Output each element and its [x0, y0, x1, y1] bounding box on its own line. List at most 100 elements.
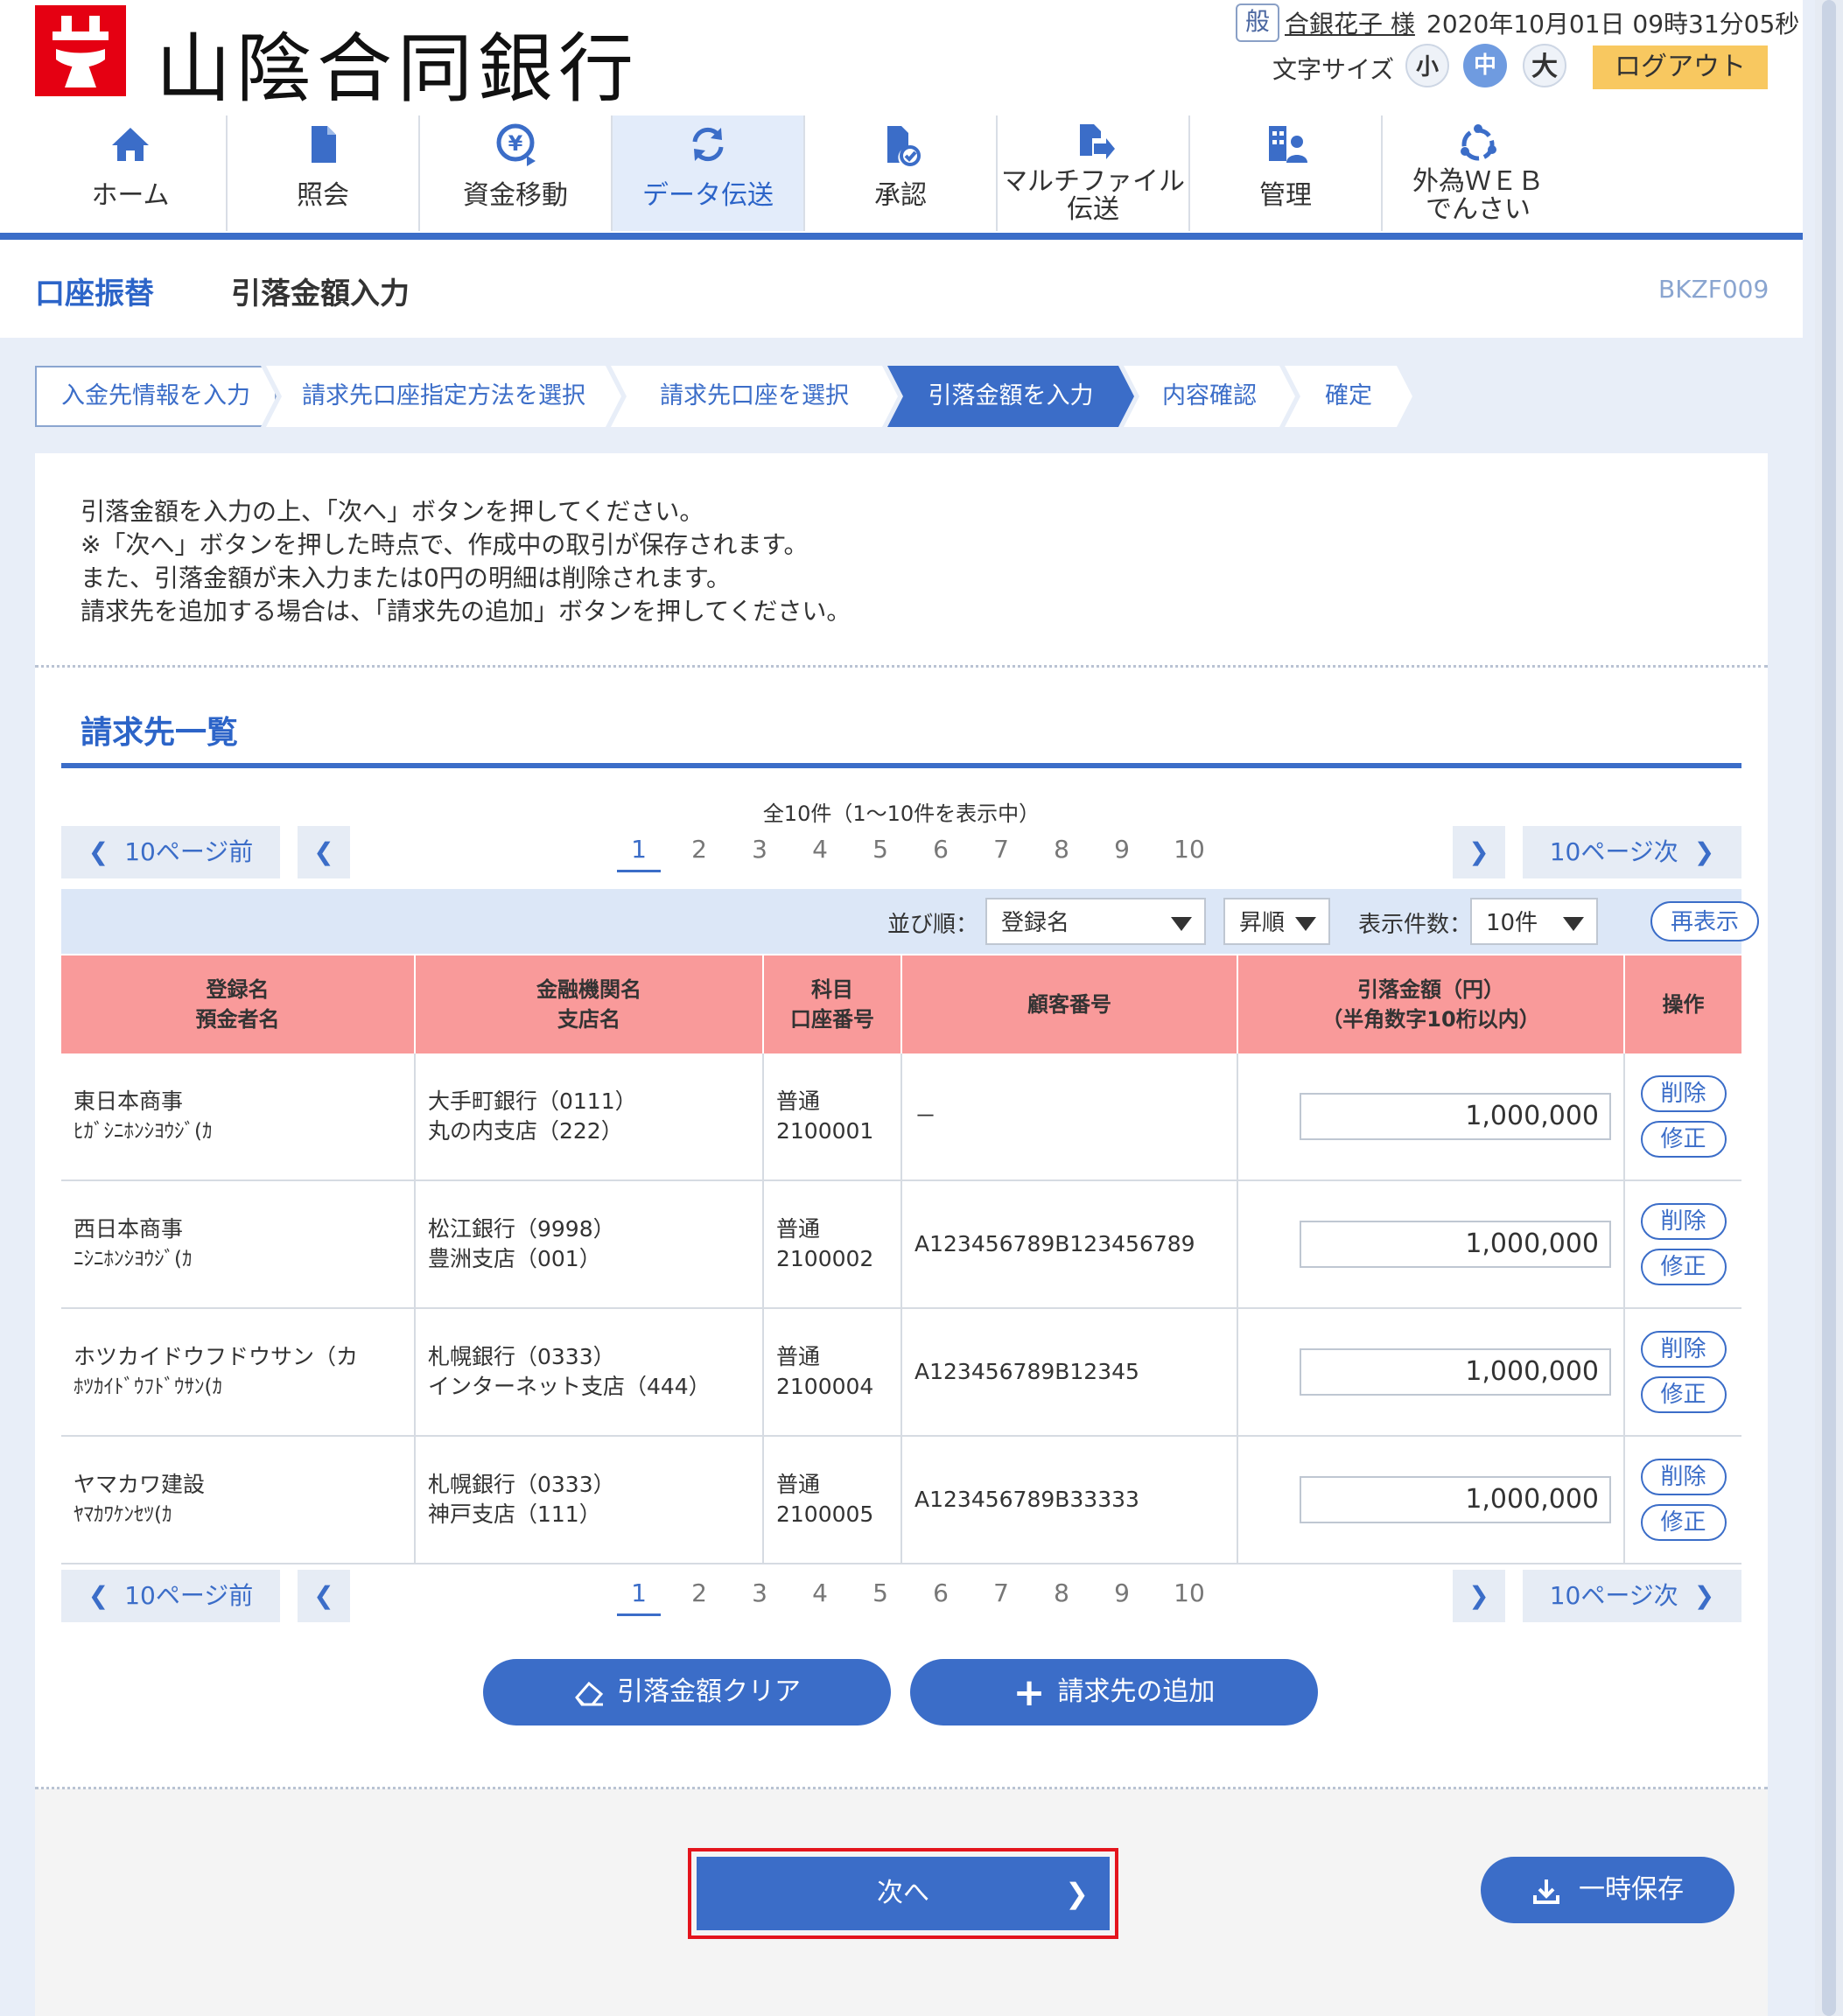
admin-building-icon — [1269, 126, 1307, 163]
nav-management[interactable]: 管理 — [1190, 116, 1383, 231]
refresh-button[interactable]: 再表示 — [1650, 901, 1759, 942]
font-size-small-button[interactable]: 小 — [1405, 44, 1449, 88]
prev-10-pages-button[interactable]: ❮ 10ページ前 — [61, 1570, 280, 1622]
page-7[interactable]: 7 — [984, 1578, 1019, 1607]
col-header-bank[interactable]: 金融機関名 支店名 — [415, 956, 764, 1054]
page-8[interactable]: 8 — [1044, 835, 1079, 864]
chevron-right-icon: ❯ — [1693, 837, 1715, 866]
amount-input[interactable]: 1,000,000 — [1300, 1221, 1611, 1268]
edit-button[interactable]: 修正 — [1640, 1376, 1727, 1413]
table-row: ヤマカワ建設 ﾔﾏｶﾜｹﾝｾﾂ(ｶ 札幌銀行（0333） 神戸支店（111） 普通 2… — [61, 1436, 1741, 1564]
page-6[interactable]: 6 — [923, 1578, 958, 1607]
bank-logo-icon — [35, 5, 126, 96]
delete-button[interactable]: 削除 — [1640, 1075, 1727, 1112]
page-7[interactable]: 7 — [984, 835, 1019, 864]
page-9[interactable]: 9 — [1104, 1578, 1139, 1607]
step-1: 入金先情報を入力 — [35, 366, 277, 427]
nav-label: 外為ＷＥＢ でんさい — [1412, 166, 1544, 225]
amount-input[interactable]: 1,000,000 — [1300, 1476, 1611, 1523]
chevron-left-icon: ❮ — [88, 1581, 109, 1610]
sort-direction-select[interactable]: 昇順 — [1223, 898, 1330, 945]
prev-page-button[interactable]: ❮ — [298, 826, 350, 878]
nav-fund-transfer[interactable]: ¥ 資金移動 — [420, 116, 613, 231]
approve-document-icon — [887, 126, 921, 166]
clear-amount-button[interactable]: 引落金額クリア — [483, 1659, 891, 1726]
page-5[interactable]: 5 — [863, 1578, 898, 1607]
page-2[interactable]: 2 — [682, 835, 717, 864]
cell-bank: 大手町銀行（0111） 丸の内支店（222） — [415, 1054, 764, 1181]
cell-name: ヤマカワ建設 ﾔﾏｶﾜｹﾝｾﾂ(ｶ — [61, 1436, 416, 1564]
edit-button[interactable]: 修正 — [1640, 1249, 1727, 1285]
delete-button[interactable]: 削除 — [1640, 1459, 1727, 1495]
prev-10-pages-button[interactable]: ❮ 10ページ前 — [61, 826, 280, 878]
page-10[interactable]: 10 — [1165, 1578, 1214, 1607]
page-2[interactable]: 2 — [682, 1578, 717, 1607]
cell-name: 東日本商事 ﾋｶﾞｼﾆﾎﾝｼﾖｳｼﾞ(ｶ — [61, 1054, 416, 1181]
prev-page-button[interactable]: ❮ — [298, 1570, 350, 1622]
chevron-right-icon: ❯ — [1468, 837, 1489, 866]
download-icon — [1533, 1879, 1559, 1904]
page-4[interactable]: 4 — [802, 835, 837, 864]
page-8[interactable]: 8 — [1044, 1578, 1079, 1607]
cell-actions: 削除 修正 — [1624, 1436, 1741, 1564]
page-3[interactable]: 3 — [742, 835, 777, 864]
page-5[interactable]: 5 — [863, 835, 898, 864]
step-2: 請求先口座指定方法を選択 — [266, 366, 621, 427]
sort-field-select[interactable]: 登録名 — [985, 898, 1206, 945]
user-name-link[interactable]: 合銀花子 様 — [1285, 5, 1415, 40]
nav-approval[interactable]: 承認 — [805, 116, 998, 231]
cell-amount: 1,000,000 — [1237, 1308, 1625, 1437]
chevron-right-icon: ❯ — [1693, 1581, 1715, 1610]
nav-forex-web[interactable]: 外為ＷＥＢ でんさい — [1383, 116, 1573, 231]
next-page-button[interactable]: ❯ — [1453, 1570, 1505, 1622]
edit-button[interactable]: 修正 — [1640, 1504, 1727, 1541]
col-header-account[interactable]: 科目 口座番号 — [763, 956, 902, 1054]
instruction-line: 引落金額を入力の上、「次へ」ボタンを押してください。 — [81, 497, 704, 526]
cell-account: 普通 2100002 — [763, 1180, 902, 1309]
cell-customer: A123456789B33333 — [901, 1436, 1238, 1564]
temporary-save-button[interactable]: 一時保存 — [1481, 1857, 1734, 1923]
global-nav: ホーム 照会 ¥ 資金移動 データ伝送 承認 マルチファイル 伝送 管理 外為Ｗ… — [0, 116, 1803, 231]
page-9[interactable]: 9 — [1104, 835, 1139, 864]
vertical-scrollbar[interactable] — [1815, 0, 1843, 2016]
logout-button[interactable]: ログアウト — [1593, 46, 1768, 89]
page-title: 引落金額入力 — [231, 276, 410, 312]
page-6[interactable]: 6 — [923, 835, 958, 864]
current-page-indicator — [617, 870, 661, 872]
delete-button[interactable]: 削除 — [1640, 1331, 1727, 1368]
page-1[interactable]: 1 — [621, 1578, 656, 1607]
page-3[interactable]: 3 — [742, 1578, 777, 1607]
col-header-customer: 顧客番号 — [901, 956, 1238, 1054]
nav-underline — [0, 233, 1803, 240]
nav-label: 資金移動 — [463, 180, 568, 211]
nav-multi-file-transfer[interactable]: マルチファイル 伝送 — [998, 116, 1190, 231]
cell-amount: 1,000,000 — [1237, 1180, 1625, 1309]
delete-button[interactable]: 削除 — [1640, 1203, 1727, 1240]
font-size-large-button[interactable]: 大 — [1523, 44, 1566, 88]
nav-home[interactable]: ホーム — [35, 116, 228, 231]
per-page-select[interactable]: 10件 — [1470, 898, 1598, 945]
page: 山陰合同銀行 般 合銀花子 様 2020年10月01日 09時31分05秒 文字… — [0, 0, 1803, 2016]
col-header-amount: 引落金額（円） （半角数字10桁以内） — [1237, 956, 1625, 1054]
amount-input[interactable]: 1,000,000 — [1300, 1348, 1611, 1396]
chevron-right-icon: ❯ — [1065, 1877, 1089, 1910]
user-type-badge: 般 — [1236, 4, 1279, 42]
font-size-medium-button[interactable]: 中 — [1463, 44, 1507, 88]
col-header-name[interactable]: 登録名 預金者名 — [61, 956, 416, 1054]
page-1[interactable]: 1 — [621, 835, 656, 864]
next-button[interactable]: 次へ ❯ — [697, 1857, 1110, 1930]
next-10-pages-button[interactable]: 10ページ次 ❯ — [1523, 826, 1741, 878]
next-page-button[interactable]: ❯ — [1453, 826, 1505, 878]
scrollbar-thumb[interactable] — [1822, 0, 1836, 2016]
page-4[interactable]: 4 — [802, 1578, 837, 1607]
pager-top: ❮ 10ページ前 ❮ 1 2 3 4 5 6 7 8 9 10 ❯ 10ページ次 ❯ — [61, 826, 1741, 878]
edit-button[interactable]: 修正 — [1640, 1121, 1727, 1158]
cell-name: ホツカイドウフドウサン（カ ﾎﾂｶｲﾄﾞｳﾌﾄﾞｳｻﾝ(ｶ — [61, 1308, 416, 1437]
add-payer-button[interactable]: + 請求先の追加 — [910, 1659, 1318, 1726]
nav-data-transfer[interactable]: データ伝送 — [613, 116, 805, 231]
nav-inquiry[interactable]: 照会 — [228, 116, 420, 231]
amount-input[interactable]: 1,000,000 — [1300, 1093, 1611, 1140]
next-10-pages-button[interactable]: 10ページ次 ❯ — [1523, 1570, 1741, 1622]
divider — [35, 665, 1768, 668]
page-10[interactable]: 10 — [1165, 835, 1214, 864]
